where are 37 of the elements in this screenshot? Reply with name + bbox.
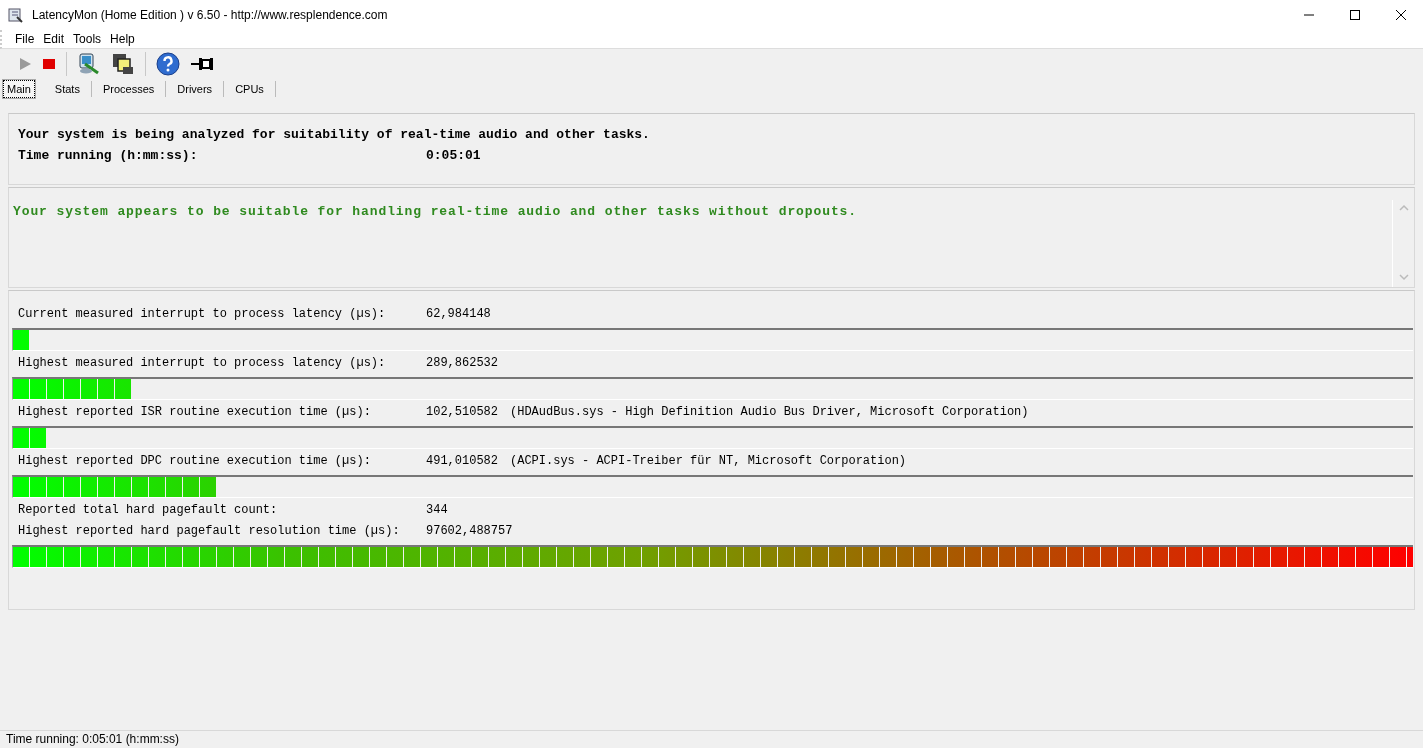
metric-label: Highest reported DPC routine execution time (µs): [18, 454, 372, 468]
help-icon[interactable] [156, 52, 180, 76]
menu-item[interactable]: Tools [73, 32, 102, 46]
status-bar: Time running: 0:05:01 (h:mm:ss) [0, 730, 1423, 748]
tab[interactable]: CPUs [224, 81, 276, 97]
tab[interactable]: Main [2, 79, 36, 99]
analysis-message: Your system is being analyzed for suitability of real-time audio and other tasks. [18, 127, 651, 142]
metric-value: 491,010582 [426, 454, 499, 468]
menu-item[interactable]: Edit [43, 32, 65, 46]
tab[interactable]: Processes [91, 81, 167, 97]
menu-item[interactable]: Help [110, 32, 135, 46]
menu-item[interactable]: File [15, 32, 35, 46]
computer-wrench-icon[interactable] [77, 52, 101, 76]
time-label: Time running (h:mm:ss): [18, 148, 199, 163]
metric-label: Highest measured interrupt to process latency (µs): [18, 356, 387, 370]
time-value: 0:05:01 [426, 148, 481, 163]
app-icon [8, 7, 24, 23]
metric-detail: (ACPI.sys - ACPI-Treiber für NT, Microsoft Corporation) [510, 454, 907, 468]
play-icon[interactable] [18, 57, 32, 71]
tab[interactable]: Stats [43, 81, 92, 97]
metric-value: 102,510582 [426, 405, 499, 419]
metric-detail: (HDAudBus.sys - High Definition Audio Bus Driver, Microsoft Corporation) [510, 405, 1029, 419]
metric-label: Highest reported ISR routine execution time (µs): [18, 405, 372, 419]
metric-value: 62,984148 [426, 307, 492, 321]
close-icon[interactable] [1395, 9, 1407, 21]
metric-value: 289,862532 [426, 356, 499, 370]
metric-value: 97602,488757 [426, 524, 510, 538]
tab[interactable]: Drivers [166, 81, 225, 97]
metric-label: Highest reported hard pagefault resolution time (µs): [18, 524, 401, 538]
metric-label: Current measured interrupt to process latency (µs): [18, 307, 387, 321]
metric-label: Reported total hard pagefault count: [18, 503, 279, 517]
metric-value: 344 [426, 503, 449, 517]
window-title: LatencyMon (Home Edition ) v 6.50 - http://www.resplendence.com [32, 8, 388, 22]
windows-icon[interactable] [111, 52, 135, 76]
verdict-text: Your system appears to be suitable for handling real-time audio and other tasks without dropouts. [13, 204, 859, 219]
stop-icon[interactable] [42, 57, 56, 71]
maximize-icon[interactable] [1349, 9, 1361, 21]
